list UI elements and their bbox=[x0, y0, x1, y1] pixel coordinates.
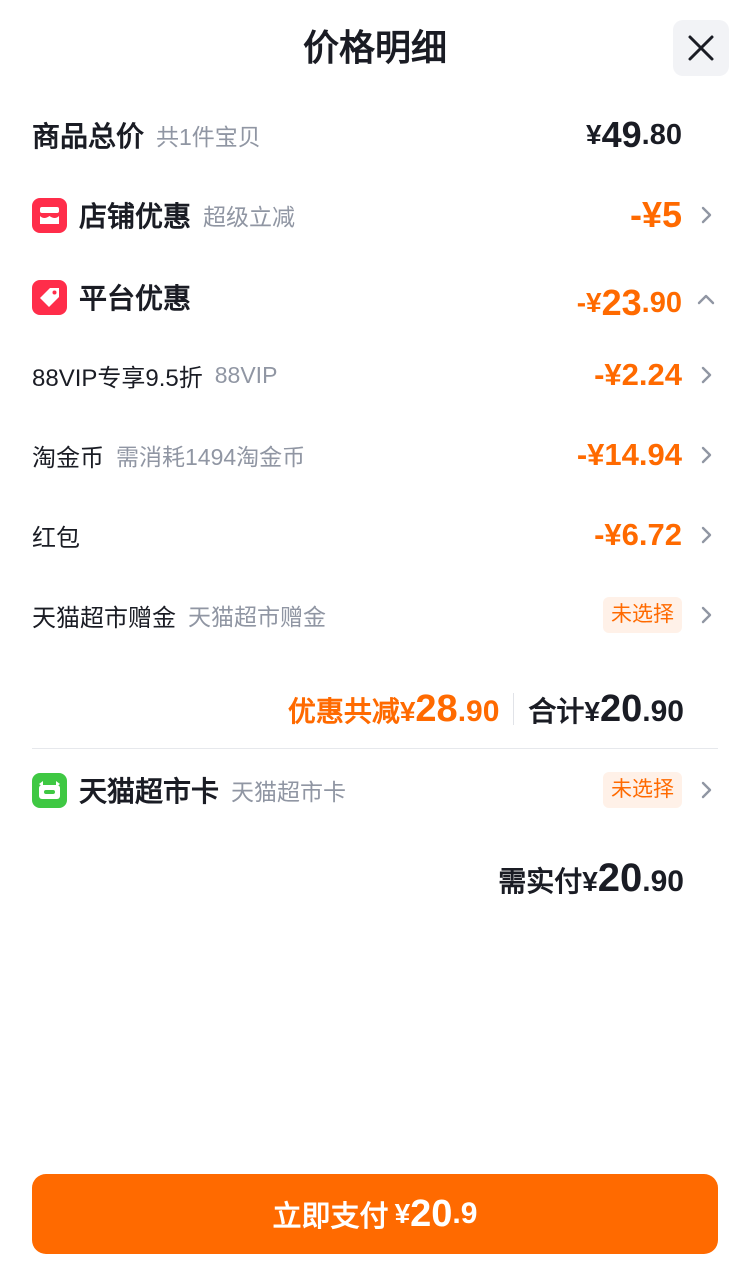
section-divider bbox=[32, 748, 718, 749]
total-row: 商品总价 共1件宝贝 ¥ 49 .80 bbox=[32, 110, 718, 160]
close-icon bbox=[688, 35, 714, 61]
subtotal-label: 合计 bbox=[528, 695, 585, 727]
platform-discount-amount: -¥ 23 .90 bbox=[577, 278, 682, 328]
chevron-right-icon bbox=[701, 206, 712, 224]
coins-note: 需消耗1494淘金币 bbox=[116, 444, 306, 470]
pay-now-button[interactable]: 立即支付 ¥ 20 .9 bbox=[32, 1174, 718, 1254]
discount-summary: 优惠共减 ¥ 28 .90 合计 ¥ 20 .90 bbox=[288, 683, 684, 735]
coins-discount-row[interactable]: 淘金币 需消耗1494淘金币 -¥14.94 bbox=[32, 430, 718, 480]
vip-label: 88VIP专享9.5折 bbox=[32, 364, 203, 392]
savings-label: 优惠共减 bbox=[287, 695, 400, 727]
redpacket-row[interactable]: 红包 -¥6.72 bbox=[32, 510, 718, 560]
divider bbox=[513, 693, 515, 725]
chevron-right-icon bbox=[701, 781, 712, 799]
tmall-card-label: 天猫超市卡 bbox=[79, 776, 220, 807]
store-discount-note: 超级立减 bbox=[203, 204, 296, 230]
chevron-up-icon bbox=[697, 294, 715, 305]
tmall-card-row[interactable]: 天猫超市卡 天猫超市卡 未选择 bbox=[32, 765, 718, 815]
store-discount-row[interactable]: 店铺优惠 超级立减 -¥5 bbox=[32, 190, 718, 240]
coins-amount: -¥14.94 bbox=[577, 430, 682, 480]
chevron-right-icon bbox=[701, 446, 712, 464]
tmall-gift-note: 天猫超市赠金 bbox=[188, 604, 326, 630]
total-label: 商品总价 bbox=[32, 121, 145, 152]
subtotal: 合计 ¥ 20 .90 bbox=[528, 688, 684, 731]
close-button[interactable] bbox=[673, 20, 729, 76]
payable-int: 20 bbox=[597, 856, 643, 900]
payable-dec: .90 bbox=[642, 865, 684, 898]
redpacket-amount: -¥6.72 bbox=[594, 510, 682, 560]
savings-int: 28 bbox=[415, 687, 458, 730]
pay-button-label: 立即支付 bbox=[272, 1201, 389, 1233]
vip-amount: -¥2.24 bbox=[594, 350, 682, 400]
total-note: 共1件宝贝 bbox=[156, 124, 261, 150]
coins-label: 淘金币 bbox=[32, 444, 104, 472]
pay-button-dec: .9 bbox=[452, 1197, 478, 1230]
total-amount: ¥ 49 .80 bbox=[586, 110, 682, 160]
amount-payable: 需实付 ¥ 20 .90 bbox=[498, 856, 684, 908]
not-selected-badge: 未选择 bbox=[603, 597, 682, 633]
savings-dec: .90 bbox=[457, 694, 500, 728]
platform-int: 23 bbox=[601, 282, 642, 323]
vip-note: 88VIP bbox=[214, 361, 278, 388]
card-icon bbox=[32, 772, 67, 808]
tmall-gift-label: 天猫超市赠金 bbox=[32, 604, 176, 632]
subtotal-currency: ¥ bbox=[584, 695, 600, 727]
subtotal-int: 20 bbox=[600, 687, 643, 730]
platform-discount-label: 平台优惠 bbox=[79, 283, 192, 314]
tmall-gift-row[interactable]: 天猫超市赠金 天猫超市赠金 未选择 bbox=[32, 590, 718, 640]
not-selected-badge: 未选择 bbox=[603, 772, 682, 808]
vip-value: -¥2.24 bbox=[594, 357, 682, 392]
pay-button-currency: ¥ bbox=[394, 1198, 411, 1229]
store-discount-label: 店铺优惠 bbox=[79, 201, 192, 232]
chevron-right-icon bbox=[701, 606, 712, 624]
platform-currency: -¥ bbox=[576, 287, 602, 318]
savings-currency: ¥ bbox=[399, 695, 416, 727]
store-discount-icon bbox=[32, 197, 67, 233]
platform-dec: .90 bbox=[641, 286, 682, 319]
page-title: 价格明细 bbox=[302, 27, 447, 68]
vip-discount-row[interactable]: 88VIP专享9.5折 88VIP -¥2.24 bbox=[32, 350, 718, 400]
tmall-card-note: 天猫超市卡 bbox=[231, 779, 347, 805]
payable-label: 需实付 bbox=[498, 866, 583, 897]
coins-value: -¥14.94 bbox=[576, 437, 682, 472]
subtotal-dec: .90 bbox=[642, 694, 684, 728]
total-currency: ¥ bbox=[586, 119, 602, 150]
redpacket-value: -¥6.72 bbox=[594, 517, 682, 552]
payable-currency: ¥ bbox=[582, 866, 598, 897]
pay-button-int: 20 bbox=[410, 1192, 453, 1235]
chevron-right-icon bbox=[701, 366, 712, 384]
savings-total: 优惠共减 ¥ 28 .90 bbox=[288, 688, 500, 731]
store-discount-value: -¥5 bbox=[629, 194, 682, 235]
platform-discount-row[interactable]: 平台优惠 -¥ 23 .90 bbox=[32, 272, 718, 323]
store-discount-amount: -¥5 bbox=[630, 190, 682, 240]
chevron-right-icon bbox=[701, 526, 712, 544]
tag-icon bbox=[32, 279, 67, 315]
redpacket-label: 红包 bbox=[32, 524, 80, 552]
total-dec: .80 bbox=[641, 118, 682, 151]
total-int: 49 bbox=[601, 114, 642, 155]
